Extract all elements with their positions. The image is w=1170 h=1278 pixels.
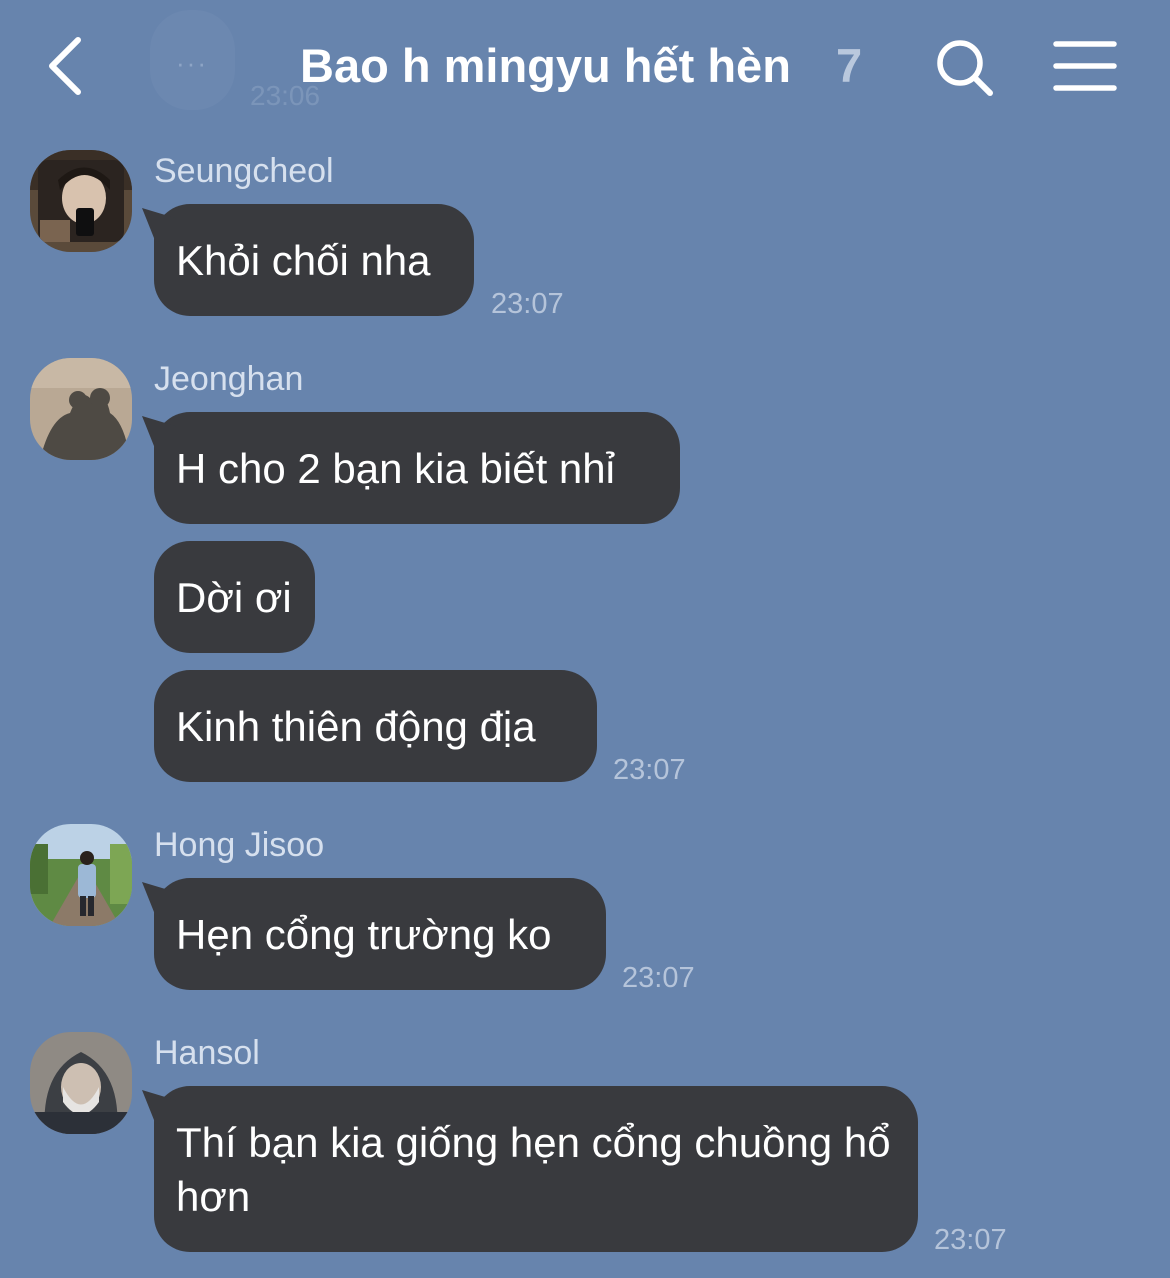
message-bubble[interactable]: Khỏi chối nha <box>154 204 474 316</box>
menu-button[interactable] <box>1052 40 1118 92</box>
sender-name: Hong Jisoo <box>154 826 325 864</box>
avatar-jeonghan[interactable] <box>30 358 132 460</box>
search-button[interactable] <box>930 33 1000 103</box>
message-text: Thí bạn kia giống hẹn cổng chuồng hổ hơn <box>176 1119 891 1220</box>
message-text: Khỏi chối nha <box>176 237 431 284</box>
message-bubble[interactable]: Dời ơi <box>154 541 315 653</box>
avatar-hong-jisoo[interactable] <box>30 824 132 926</box>
hamburger-menu-icon <box>1053 41 1117 91</box>
message-text: H cho 2 bạn kia biết nhỉ <box>176 445 615 492</box>
back-button[interactable] <box>40 30 100 100</box>
sender-name: Hansol <box>154 1034 260 1072</box>
message-bubble[interactable]: Kinh thiên động địa <box>154 670 597 782</box>
search-icon <box>937 40 993 96</box>
chat-title: Bao h mingyu hết hèn <box>300 39 791 92</box>
message-time: 23:07 <box>934 1224 1007 1256</box>
message-time: 23:07 <box>613 754 686 786</box>
message-text: Kinh thiên động địa <box>176 703 536 750</box>
chat-header: ··· 23:06 Bao h mingyu hết hèn 7 <box>0 0 1170 135</box>
faded-previous-dots: ··· <box>176 48 208 78</box>
message-bubble[interactable]: Thí bạn kia giống hẹn cổng chuồng hổ hơn <box>154 1086 918 1252</box>
message-text: Hẹn cổng trường ko <box>176 911 552 958</box>
avatar-hansol[interactable] <box>30 1032 132 1134</box>
sender-name: Jeonghan <box>154 360 304 398</box>
message-text: Dời ơi <box>176 574 292 621</box>
sender-name: Seungcheol <box>154 152 334 190</box>
message-time: 23:07 <box>622 962 695 994</box>
message-bubble[interactable]: H cho 2 bạn kia biết nhỉ <box>154 412 680 524</box>
avatar-photo-icon <box>30 1032 132 1134</box>
message-bubble[interactable]: Hẹn cổng trường ko <box>154 878 606 990</box>
avatar-photo-icon <box>30 824 132 926</box>
member-count: 7 <box>836 39 863 92</box>
chevron-left-icon <box>49 37 81 95</box>
message-time: 23:07 <box>491 288 564 320</box>
avatar-photo-icon <box>30 150 132 252</box>
avatar-photo-icon <box>30 358 132 460</box>
avatar-seungcheol[interactable] <box>30 150 132 252</box>
